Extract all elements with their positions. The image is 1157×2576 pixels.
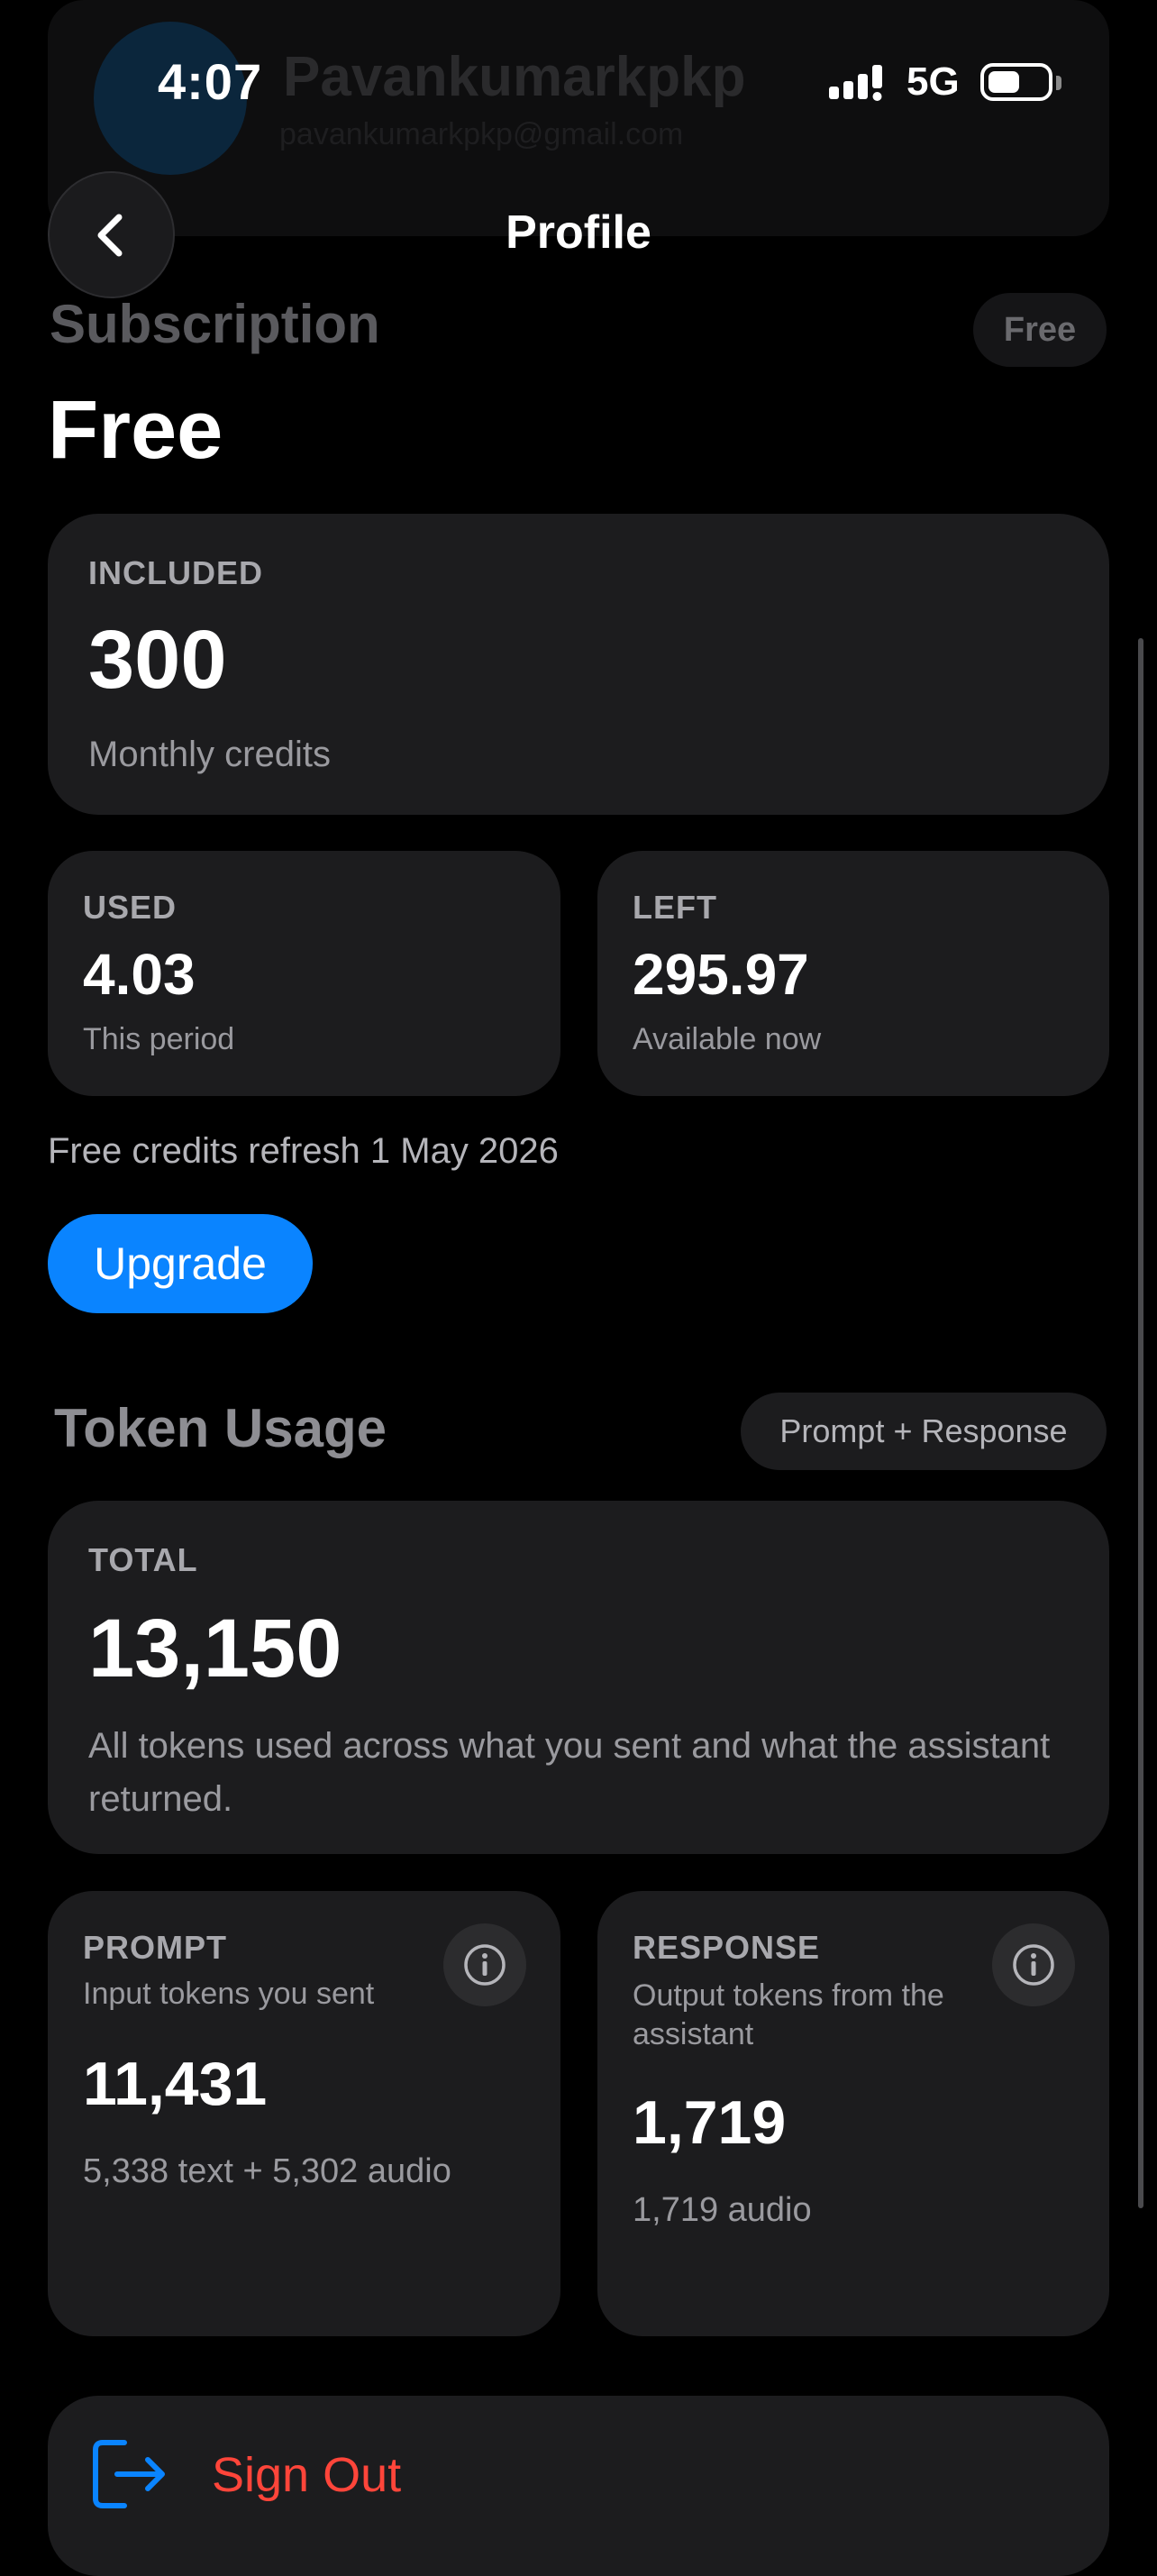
sign-out-button[interactable] (48, 2396, 1109, 2576)
subscription-heading: Subscription (50, 294, 380, 354)
refresh-note: Free credits refresh 1 May 2026 (48, 1131, 559, 1171)
used-card: USED 4.03 This period (48, 851, 560, 1096)
battery-tip (1056, 76, 1061, 90)
token-usage-heading: Token Usage (54, 1398, 387, 1458)
plan-name: Free (48, 384, 223, 476)
total-label: TOTAL (88, 1541, 198, 1578)
status-time: 4:07 (158, 53, 263, 110)
response-subtitle: Output tokens from the assistant (633, 1978, 944, 2051)
total-description: All tokens used across what you sent and… (88, 1726, 1051, 1819)
sign-out-label: Sign Out (212, 2448, 402, 2502)
prompt-info-button[interactable] (443, 1923, 526, 2006)
prompt-tokens-card: PROMPT Input tokens you sent 11,431 5,33… (48, 1891, 560, 2336)
info-icon (464, 1944, 506, 1986)
scrollbar[interactable] (1138, 638, 1143, 2208)
prompt-breakdown: 5,338 text + 5,302 audio (83, 2152, 451, 2190)
response-label: RESPONSE (633, 1929, 821, 1966)
total-tokens-card: TOTAL 13,150 All tokens used across what… (48, 1501, 1109, 1854)
prompt-value: 11,431 (83, 2050, 268, 2118)
token-scope-chip[interactable]: Prompt + Response (741, 1393, 1107, 1470)
info-icon (1013, 1944, 1054, 1986)
profile-email: pavankumarkpkp@gmail.com (279, 117, 684, 151)
prompt-subtitle: Input tokens you sent (83, 1977, 375, 2011)
used-caption: This period (83, 1022, 235, 1056)
included-value: 300 (88, 614, 227, 706)
included-caption: Monthly credits (88, 735, 331, 774)
response-value: 1,719 (633, 2088, 787, 2157)
left-card: LEFT 295.97 Available now (597, 851, 1109, 1096)
battery-icon (980, 63, 1052, 101)
sign-out-icon (93, 2440, 165, 2508)
left-value: 295.97 (633, 942, 809, 1007)
prompt-label: PROMPT (83, 1929, 228, 1966)
response-tokens-card: RESPONSE Output tokens from the assistan… (597, 1891, 1109, 2336)
used-value: 4.03 (83, 942, 196, 1007)
response-info-button[interactable] (992, 1923, 1075, 2006)
plan-badge: Free (973, 293, 1107, 367)
used-label: USED (83, 889, 178, 926)
left-label: LEFT (633, 889, 717, 926)
total-value: 13,150 (88, 1603, 342, 1694)
left-caption: Available now (633, 1022, 822, 1056)
response-breakdown: 1,719 audio (633, 2191, 812, 2229)
network-type: 5G (906, 59, 960, 104)
profile-name: Pavankumarkpkp (283, 46, 746, 108)
page-title: Profile (506, 206, 651, 259)
upgrade-button[interactable]: Upgrade (48, 1214, 313, 1313)
signal-icon (829, 65, 882, 101)
included-card: INCLUDED 300 Monthly credits (48, 514, 1109, 815)
included-label: INCLUDED (88, 554, 263, 591)
